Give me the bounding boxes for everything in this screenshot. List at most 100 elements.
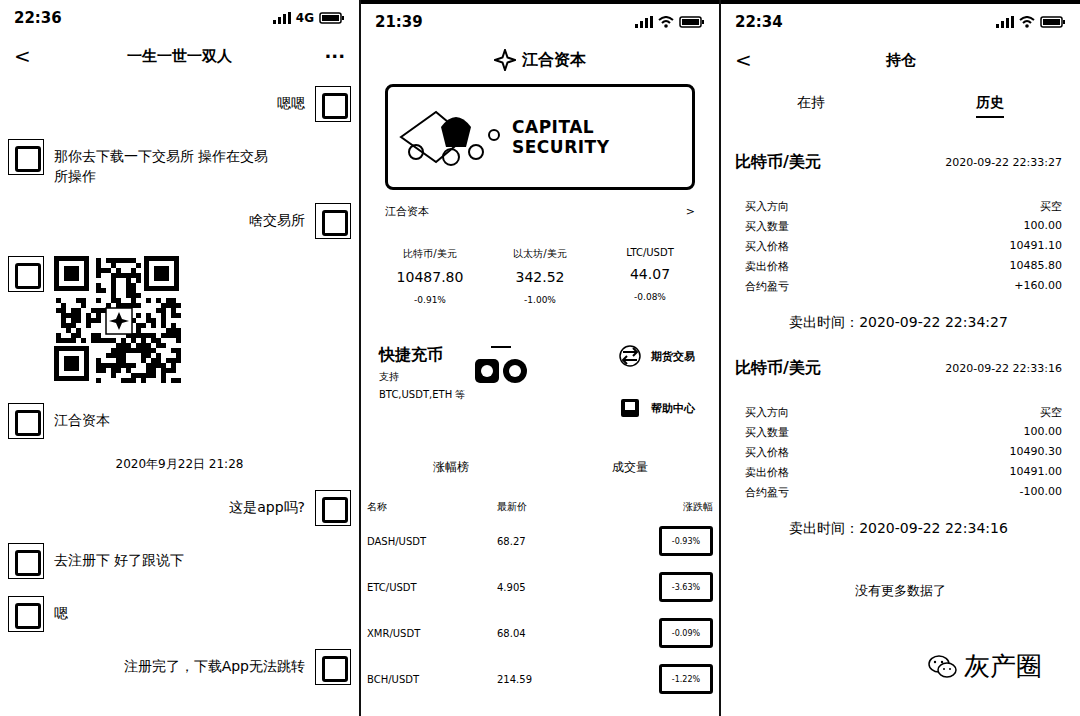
message-text: 去注册下 好了跟说下 [54, 543, 184, 570]
message-text: 嗯 [54, 596, 68, 623]
watermark: 灰产圈 [928, 649, 1042, 684]
back-button[interactable]: < [14, 44, 44, 68]
detail-label: 买入数量 [745, 425, 789, 440]
action-label: 期货交易 [651, 349, 695, 364]
position-record: 比特币/美元2020-09-22 22:33:27 买入方向 买空买入数量 100.0… [721, 126, 1080, 332]
ticker[interactable]: LTC/USDT44.07-0.08% [595, 247, 705, 305]
my-avatar[interactable] [315, 649, 351, 685]
detail-row: 合约盈亏 +160.00 [745, 279, 1062, 294]
table-row[interactable]: BCH/USDT214.59-1.22% [361, 656, 719, 702]
quick-deposit[interactable]: 快捷充币支持 BTC,USDT,ETH 等 [379, 345, 529, 419]
pair-price: 4.905 [497, 582, 633, 593]
record-date: 2020-09-22 22:33:16 [945, 362, 1062, 375]
tab-label: 在持 [797, 94, 825, 118]
message-text: 注册完了，下载App无法跳转 [124, 649, 305, 676]
record-pair: 比特币/美元 [735, 358, 821, 379]
ticker[interactable]: 以太坊/美元342.52-1.00% [485, 247, 595, 305]
action-item[interactable]: 帮助中心 [619, 397, 695, 419]
exchange-screen: 21:39江合资本CAPITAL SECURITY江合资本>比特币/美元1048… [361, 0, 719, 716]
market-tab[interactable]: 成交量 [540, 459, 719, 476]
ticker-price: 10487.80 [375, 269, 485, 285]
detail-label: 卖出价格 [745, 465, 789, 480]
record-header: 比特币/美元2020-09-22 22:33:27 [735, 126, 1062, 173]
detail-row: 买入价格10491.10 [745, 239, 1062, 254]
contact-avatar[interactable] [8, 543, 44, 579]
list-end: 没有更多数据了 [721, 538, 1080, 600]
detail-value: 10490.30 [1010, 445, 1063, 460]
detail-value: 10485.80 [1010, 259, 1063, 274]
detail-label: 买入方向 [745, 199, 789, 214]
message-text: 嗯嗯 [277, 86, 305, 113]
pair-price: 214.59 [497, 674, 633, 685]
position-tab[interactable]: 历史 [901, 88, 1080, 126]
logo-text: 江合资本 [522, 50, 586, 71]
promo-banner[interactable]: CAPITAL SECURITY [385, 84, 695, 190]
detail-label: 合约盈亏 [745, 485, 789, 500]
quick-section: 快捷充币支持 BTC,USDT,ETH 等 期货交易帮助中心 [361, 305, 719, 419]
message-list: 嗯嗯那你去下载一下交易所 操作在交易所操作啥交易所江合资本2020年9月22日 … [0, 76, 359, 695]
pair-name: XMR/USDT [367, 628, 497, 639]
table-row[interactable]: XMR/USDT68.04 -0.09% [361, 610, 719, 656]
company-link[interactable]: 江合资本> [361, 190, 719, 229]
watermark-text: 灰产圈 [964, 649, 1042, 684]
swap-icon [619, 345, 641, 367]
contact-avatar[interactable] [8, 596, 44, 632]
detail-label: 合约盈亏 [745, 279, 789, 294]
detail-row: 合约盈亏-100.00 [745, 485, 1062, 500]
back-button[interactable]: < [735, 48, 765, 72]
app-logo: 江合资本 [361, 40, 719, 80]
banner-title: CAPITAL SECURITY [512, 117, 684, 157]
wifi-icon [658, 16, 674, 28]
ticker-change: -0.91% [375, 295, 485, 305]
action-item[interactable]: 期货交易 [619, 345, 695, 367]
message-row: 啥交易所 [8, 203, 351, 239]
ticker-price: 44.07 [595, 266, 705, 282]
wechat-icon [928, 654, 958, 680]
detail-row: 卖出价格10491.00 [745, 465, 1062, 480]
market-tab[interactable]: 涨幅榜 [361, 459, 540, 476]
network-label: 4G [296, 11, 314, 25]
table-row[interactable]: ETC/USDT4.905-3.63% [361, 564, 719, 610]
quick-title: 快捷充币 [379, 345, 465, 366]
change-badge: -0.09% [659, 618, 713, 648]
message-row: 那你去下载一下交易所 操作在交易所操作 [8, 139, 351, 186]
signal-icon [273, 12, 291, 24]
column-header: 最新价 [497, 500, 633, 514]
message-text: 江合资本 [54, 403, 110, 430]
column-header: 涨跌幅 [633, 500, 713, 514]
status-icons [635, 16, 705, 28]
detail-label: 买入方向 [745, 405, 789, 420]
more-button[interactable]: ··· [315, 46, 345, 67]
clock: 22:36 [14, 9, 62, 27]
quick-support: 支持 [379, 370, 465, 384]
quick-deposit-text: 快捷充币支持 BTC,USDT,ETH 等 [379, 345, 465, 402]
table-row[interactable]: DASH/USDT68.27-0.93% [361, 518, 719, 564]
book-icon [619, 397, 641, 419]
positions-header: < 持仓 [721, 40, 1080, 80]
pair-price: 68.04 [497, 628, 633, 639]
action-list: 期货交易帮助中心 [619, 345, 695, 419]
my-avatar[interactable] [315, 86, 351, 122]
contact-avatar[interactable] [8, 403, 44, 439]
message-row: 这是app吗? [8, 490, 351, 526]
my-avatar[interactable] [315, 490, 351, 526]
contact-avatar[interactable] [8, 139, 44, 175]
change-badge: -0.93% [659, 526, 713, 556]
column-header: 名称 [367, 500, 497, 514]
ticker[interactable]: 比特币/美元10487.80-0.91% [375, 247, 485, 305]
my-avatar[interactable] [315, 203, 351, 239]
action-label: 帮助中心 [651, 401, 695, 416]
record-details: 买入方向买空买入数量100.00买入价格10490.30卖出价格10491.00… [735, 379, 1062, 500]
detail-label: 买入数量 [745, 219, 789, 234]
page-title: 持仓 [886, 51, 916, 70]
detail-value: 买空 [1040, 199, 1062, 214]
quick-coins: BTC,USDT,ETH 等 [379, 388, 465, 402]
contact-avatar[interactable] [8, 256, 44, 292]
status-bar: 22:34 [721, 4, 1080, 40]
record-header: 比特币/美元 2020-09-22 22:33:16 [735, 332, 1062, 379]
sell-time: 卖出时间：2020-09-22 22:34:27 [735, 294, 1062, 332]
position-tab[interactable]: 在持 [721, 88, 901, 126]
detail-value: +160.00 [1014, 279, 1062, 294]
detail-value: 100.00 [1024, 219, 1063, 234]
link-label: 江合资本 [385, 204, 429, 219]
